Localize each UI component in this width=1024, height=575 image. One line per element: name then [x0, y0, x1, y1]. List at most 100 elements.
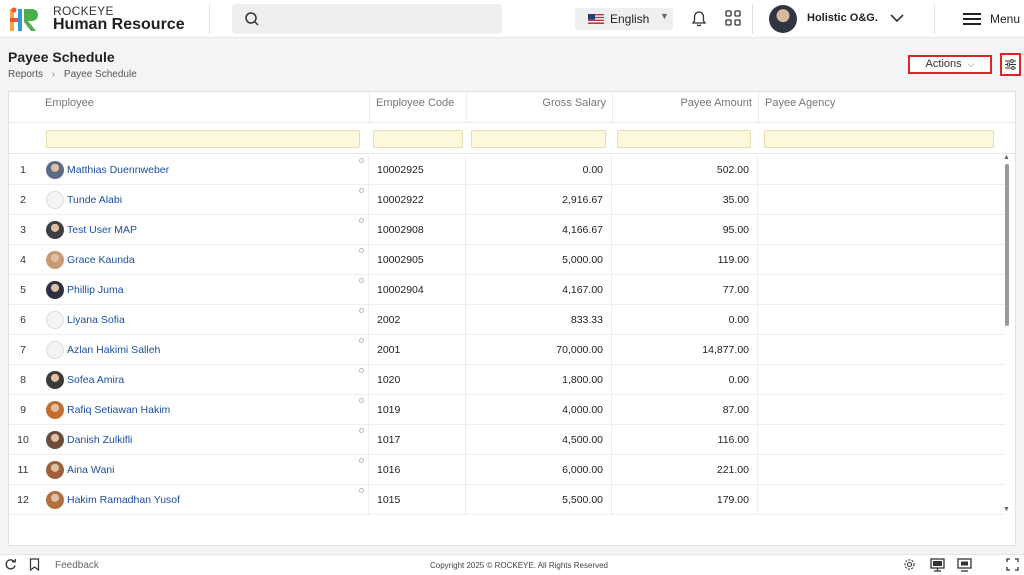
feedback-link[interactable]: Feedback	[55, 560, 99, 571]
status-indicator-icon	[359, 248, 364, 253]
gross-salary-cell: 2,916.67	[467, 185, 612, 215]
employee-cell[interactable]: Danish Zulkifli	[39, 425, 369, 455]
payee-amount-cell: 87.00	[613, 395, 758, 425]
employee-cell[interactable]: Sofea Amira	[39, 365, 369, 395]
status-indicator-icon	[359, 278, 364, 283]
table-row[interactable]: 4 Grace Kaunda 10002905 5,000.00 119.00	[9, 245, 1005, 275]
employee-name-link[interactable]: Liyana Sofia	[67, 305, 125, 335]
employee-name-link[interactable]: Phillip Juma	[67, 275, 124, 305]
screen-share-icon[interactable]	[957, 558, 972, 572]
table-row[interactable]: 3 Test User MAP 10002908 4,166.67 95.00	[9, 215, 1005, 245]
employee-code-cell: 10002908	[370, 215, 466, 245]
payee-amount-cell: 116.00	[613, 425, 758, 455]
employee-code-cell: 2001	[370, 335, 466, 365]
employee-cell[interactable]: Rafiq Setiawan Hakim	[39, 395, 369, 425]
table-row[interactable]: 5 Phillip Juma 10002904 4,167.00 77.00	[9, 275, 1005, 305]
employee-name-link[interactable]: Azlan Hakimi Salleh	[67, 335, 160, 365]
employee-name-link[interactable]: Aina Wani	[67, 455, 114, 485]
employee-avatar	[46, 281, 64, 299]
table-row[interactable]: 7 Azlan Hakimi Salleh 2001 70,000.00 14,877.…	[9, 335, 1005, 365]
employee-cell[interactable]: Tunde Alabi	[39, 185, 369, 215]
payee-agency-filter-input[interactable]	[764, 130, 994, 148]
monitor-icon[interactable]	[930, 558, 945, 572]
actions-label: Actions	[925, 58, 962, 70]
employee-name-link[interactable]: Grace Kaunda	[67, 245, 135, 275]
employee-cell[interactable]: Grace Kaunda	[39, 245, 369, 275]
employee-cell[interactable]: Matthias Duennweber	[39, 155, 369, 185]
table-row[interactable]: 12 Hakim Ramadhan Yusof 1015 5,500.00 179.00	[9, 485, 1005, 515]
employee-cell[interactable]: Aina Wani	[39, 455, 369, 485]
employee-name-link[interactable]: Danish Zulkifli	[67, 425, 132, 455]
user-avatar[interactable]	[769, 5, 797, 33]
payee-amount-filter-input[interactable]	[617, 130, 751, 148]
employee-name-link[interactable]: Matthias Duennweber	[67, 155, 169, 185]
search-input[interactable]	[232, 4, 502, 34]
employee-cell[interactable]: Test User MAP	[39, 215, 369, 245]
row-number: 12	[17, 494, 29, 506]
row-number: 3	[20, 224, 26, 236]
gross-salary-cell: 5,000.00	[467, 245, 612, 275]
employee-name-link[interactable]: Test User MAP	[67, 215, 137, 245]
employee-code-cell: 1017	[370, 425, 466, 455]
scroll-down-icon[interactable]: ▼	[1003, 506, 1010, 513]
table-row[interactable]: 9 Rafiq Setiawan Hakim 1019 4,000.00 87.00	[9, 395, 1005, 425]
language-select[interactable]: English ▼	[575, 8, 673, 30]
payee-agency-cell	[759, 275, 1005, 305]
employee-cell[interactable]: Phillip Juma	[39, 275, 369, 305]
payee-agency-cell	[759, 155, 1005, 185]
gross-salary-cell: 0.00	[467, 155, 612, 185]
employee-name-link[interactable]: Rafiq Setiawan Hakim	[67, 395, 170, 425]
payee-amount-cell: 502.00	[613, 155, 758, 185]
rockeye-logo-icon[interactable]	[9, 6, 39, 33]
scroll-up-icon[interactable]: ▲	[1003, 154, 1010, 161]
employee-name-link[interactable]: Hakim Ramadhan Yusof	[67, 485, 180, 515]
employee-name-link[interactable]: Tunde Alabi	[67, 185, 122, 215]
notification-bell-icon[interactable]	[691, 10, 707, 27]
table-row[interactable]: 10 Danish Zulkifli 1017 4,500.00 116.00	[9, 425, 1005, 455]
gross-salary-cell: 6,000.00	[467, 455, 612, 485]
employee-code-filter-input[interactable]	[373, 130, 463, 148]
footer: Feedback Copyright 2025 © ROCKEYE. All R…	[0, 554, 1024, 575]
breadcrumb-reports[interactable]: Reports	[8, 69, 43, 80]
column-header-payee-agency[interactable]: Payee Agency	[759, 92, 1005, 122]
column-header-gross-salary[interactable]: Gross Salary	[467, 92, 613, 122]
gross-salary-filter-input[interactable]	[471, 130, 606, 148]
menu-label[interactable]: Menu	[990, 12, 1020, 26]
company-name[interactable]: Holistic O&G.	[807, 12, 878, 24]
hamburger-menu-icon[interactable]	[963, 12, 981, 26]
employee-filter-input[interactable]	[46, 130, 360, 148]
table-row[interactable]: 8 Sofea Amira 1020 1,800.00 0.00	[9, 365, 1005, 395]
employee-code-cell: 1019	[370, 395, 466, 425]
table-row[interactable]: 1 Matthias Duennweber 10002925 0.00 502.00	[9, 155, 1005, 185]
gross-salary-cell: 4,167.00	[467, 275, 612, 305]
employee-cell[interactable]: Hakim Ramadhan Yusof	[39, 485, 369, 515]
table-row[interactable]: 11 Aina Wani 1016 6,000.00 221.00	[9, 455, 1005, 485]
column-header-employee[interactable]: Employee	[39, 92, 370, 122]
row-number: 5	[20, 284, 26, 296]
bookmark-icon[interactable]	[29, 558, 40, 571]
gross-salary-cell: 4,166.67	[467, 215, 612, 245]
employee-name-link[interactable]: Sofea Amira	[67, 365, 124, 395]
payee-amount-cell: 179.00	[613, 485, 758, 515]
column-header-employee-code[interactable]: Employee Code	[370, 92, 467, 122]
status-indicator-icon	[359, 188, 364, 193]
table-row[interactable]: 2 Tunde Alabi 10002922 2,916.67 35.00	[9, 185, 1005, 215]
actions-button[interactable]: Actions ⌵	[908, 55, 992, 74]
scroll-thumb[interactable]	[1005, 164, 1009, 326]
employee-avatar	[46, 401, 64, 419]
employee-cell[interactable]: Azlan Hakimi Salleh	[39, 335, 369, 365]
employee-code-cell: 1015	[370, 485, 466, 515]
filter-settings-button[interactable]	[1000, 53, 1021, 76]
employee-code-cell: 10002905	[370, 245, 466, 275]
table-row[interactable]: 6 Liyana Sofia 2002 833.33 0.00	[9, 305, 1005, 335]
refresh-icon[interactable]	[4, 558, 17, 571]
settings-gear-icon[interactable]	[903, 558, 916, 571]
employee-cell[interactable]: Liyana Sofia	[39, 305, 369, 335]
column-header-payee-amount[interactable]: Payee Amount	[613, 92, 759, 122]
divider	[934, 4, 935, 34]
fullscreen-icon[interactable]	[1006, 558, 1019, 571]
top-bar: ROCKEYE Human Resource English ▼ Holisti…	[0, 0, 1024, 38]
chevron-down-icon[interactable]	[889, 12, 905, 24]
apps-grid-icon[interactable]	[725, 10, 741, 26]
vertical-scrollbar[interactable]: ▲ ▼	[1003, 154, 1013, 516]
